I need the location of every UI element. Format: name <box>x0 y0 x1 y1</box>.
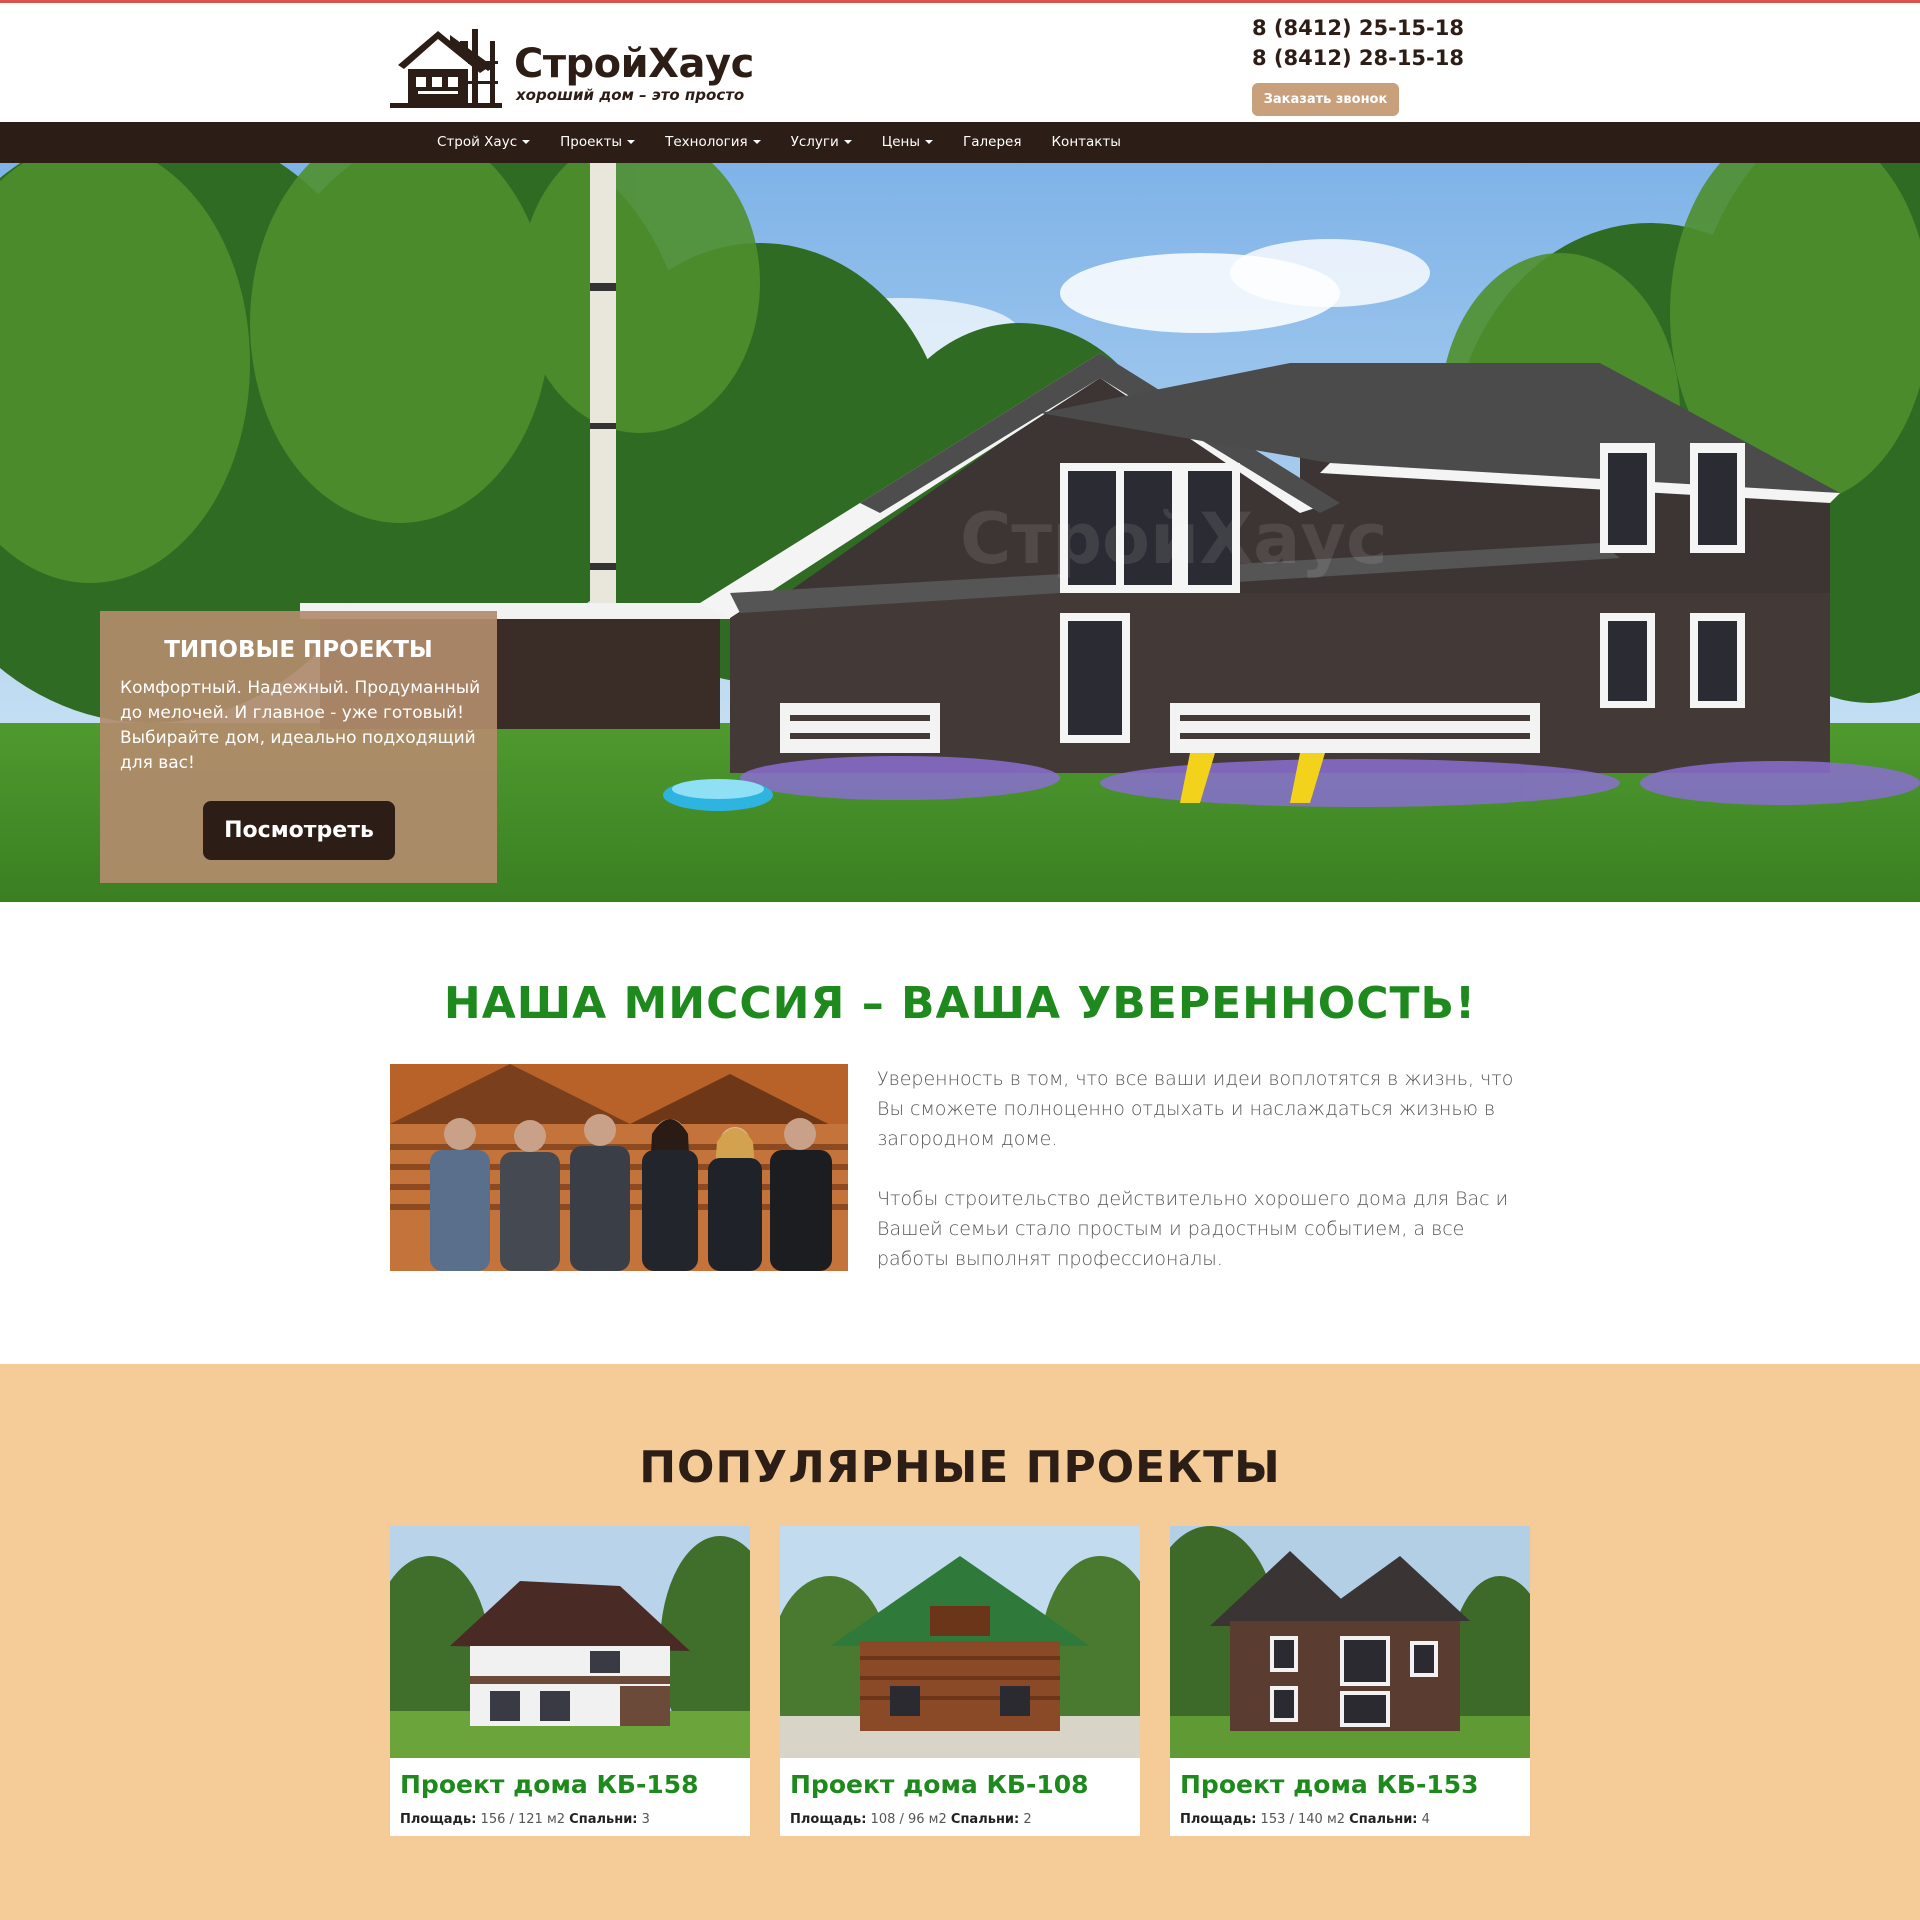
project-image[interactable] <box>1170 1526 1530 1758</box>
bedrooms-value: 4 <box>1421 1812 1430 1827</box>
nav-item-label: Галерея <box>963 134 1022 150</box>
bedrooms-value: 2 <box>1023 1812 1032 1827</box>
nav-menu: Строй Хаус Проекты Технология Услуги Цен… <box>422 122 1136 163</box>
area-label: Площадь: <box>400 1812 477 1827</box>
project-title[interactable]: Проект дома КБ-158 <box>400 1770 699 1799</box>
caret-down-icon <box>925 140 934 144</box>
nav-item-services[interactable]: Услуги <box>776 122 867 163</box>
brand-title: СтройХаус <box>514 41 754 87</box>
project-title[interactable]: Проект дома КБ-153 <box>1180 1770 1479 1799</box>
area-label: Площадь: <box>790 1812 867 1827</box>
nav-item-stroy-haus[interactable]: Строй Хаус <box>422 122 545 163</box>
project-image[interactable] <box>780 1526 1140 1758</box>
bedrooms-value: 3 <box>641 1812 650 1827</box>
caret-down-icon <box>843 140 852 144</box>
nav-item-technology[interactable]: Технология <box>650 122 776 163</box>
house-logo-icon <box>390 29 502 108</box>
project-card[interactable]: Проект дома КБ-108 Площадь: 108 / 96 м2 … <box>780 1526 1140 1836</box>
area-value: 156 / 121 м2 <box>480 1812 566 1827</box>
nav-item-contacts[interactable]: Контакты <box>1036 122 1135 163</box>
caret-down-icon <box>627 140 636 144</box>
svg-text:СтройХаус: СтройХаус <box>960 498 1388 580</box>
popular-projects-title: ПОПУЛЯРНЫЕ ПРОЕКТЫ <box>639 1442 1281 1493</box>
mission-title: НАША МИССИЯ – ВАША УВЕРЕННОСТЬ! <box>443 978 1477 1029</box>
team-photo <box>390 1064 848 1271</box>
mission-paragraph: Уверенность в том, что все ваши идеи воп… <box>877 1068 1514 1150</box>
hero-banner: СтройХаус ТИПОВЫЕ ПРОЕКТЫ Комфортный. На… <box>0 163 1920 902</box>
mission-text: Уверенность в том, что все ваши идеи воп… <box>877 1064 1527 1304</box>
phone-number[interactable]: 8 (8412) 25-15-18 <box>1252 13 1464 43</box>
caret-down-icon <box>752 140 761 144</box>
project-meta: Площадь: 153 / 140 м2 Спальни: 4 <box>1180 1812 1430 1827</box>
nav-item-prices[interactable]: Цены <box>867 122 948 163</box>
team-image <box>390 1064 848 1271</box>
project-card[interactable]: Проект дома КБ-158 Площадь: 156 / 121 м2… <box>390 1526 750 1836</box>
order-call-button[interactable]: Заказать звонок <box>1252 83 1399 116</box>
site-header: СтройХаус хороший дом – это просто 8 (84… <box>0 3 1920 122</box>
hero-card-title: ТИПОВЫЕ ПРОЕКТЫ <box>164 637 433 663</box>
popular-projects-section: ПОПУЛЯРНЫЕ ПРОЕКТЫ Проект дома КБ-158 Пл… <box>0 1364 1920 1920</box>
bedrooms-label: Спальни: <box>950 1812 1020 1827</box>
phone-number[interactable]: 8 (8412) 28-15-18 <box>1252 43 1464 73</box>
project-meta: Площадь: 156 / 121 м2 Спальни: 3 <box>400 1812 650 1827</box>
bedrooms-label: Спальни: <box>569 1812 638 1827</box>
phone-list: 8 (8412) 25-15-18 8 (8412) 28-15-18 <box>1252 13 1464 73</box>
main-nav: Строй Хаус Проекты Технология Услуги Цен… <box>0 122 1920 163</box>
area-value: 108 / 96 м2 <box>870 1812 947 1827</box>
nav-item-label: Услуги <box>790 134 839 150</box>
area-label: Площадь: <box>1180 1812 1257 1827</box>
nav-item-gallery[interactable]: Галерея <box>948 122 1036 163</box>
area-value: 153 / 140 м2 <box>1260 1812 1346 1827</box>
nav-item-label: Технология <box>665 134 748 150</box>
typical-projects-card: ТИПОВЫЕ ПРОЕКТЫ Комфортный. Надежный. Пр… <box>100 611 497 883</box>
brand-tagline: хороший дом – это просто <box>516 86 745 104</box>
project-cards: Проект дома КБ-158 Площадь: 156 / 121 м2… <box>390 1526 1532 1836</box>
view-projects-button[interactable]: Посмотреть <box>203 801 395 860</box>
nav-item-label: Контакты <box>1051 134 1121 150</box>
nav-item-label: Строй Хаус <box>437 134 518 150</box>
caret-down-icon <box>522 140 531 144</box>
bedrooms-label: Спальни: <box>1349 1812 1418 1827</box>
nav-item-projects[interactable]: Проекты <box>545 122 650 163</box>
nav-item-label: Цены <box>881 134 921 150</box>
project-title[interactable]: Проект дома КБ-108 <box>790 1770 1089 1799</box>
logo[interactable]: СтройХаус хороший дом – это просто <box>390 21 760 111</box>
hero-card-text: Комфортный. Надежный. Продуманный до мел… <box>120 678 481 773</box>
mission-paragraph: Чтобы строительство действительно хороше… <box>877 1188 1509 1270</box>
project-card[interactable]: Проект дома КБ-153 Площадь: 153 / 140 м2… <box>1170 1526 1530 1836</box>
project-image[interactable] <box>390 1526 750 1758</box>
nav-item-label: Проекты <box>560 134 623 150</box>
project-meta: Площадь: 108 / 96 м2 Спальни: 2 <box>790 1812 1032 1827</box>
